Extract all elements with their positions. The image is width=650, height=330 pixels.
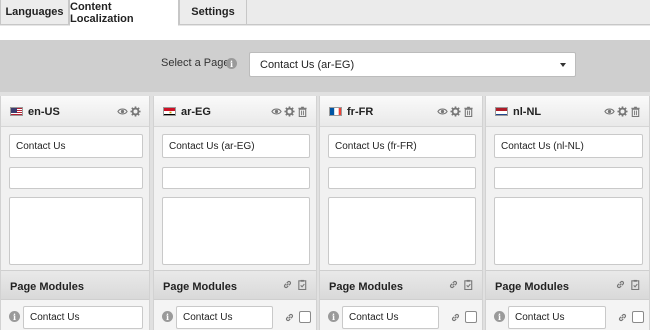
- page-url-field[interactable]: [162, 167, 310, 189]
- page-url-field[interactable]: [494, 167, 643, 189]
- flag-eg-icon: [163, 107, 176, 116]
- language-column-fr-FR: fr-FR Contact Us (fr-FR) Page Modules i Cont…: [319, 96, 483, 330]
- module-title-field[interactable]: Contact Us: [342, 306, 439, 329]
- chevron-down-icon: [560, 63, 566, 67]
- language-code: nl-NL: [513, 106, 542, 118]
- info-icon[interactable]: i: [162, 311, 173, 322]
- link-icon[interactable]: [617, 312, 629, 322]
- module-row: i Contact Us: [154, 300, 316, 330]
- clipboard-icon[interactable]: [463, 279, 474, 290]
- module-title-field[interactable]: Contact Us: [508, 306, 606, 329]
- page-modules-header: Page Modules: [1, 270, 149, 300]
- language-code: fr-FR: [347, 106, 374, 118]
- module-actions: [448, 279, 474, 290]
- flag-fr-icon: [329, 107, 342, 116]
- page-select-label: Select a Page:: [161, 57, 233, 69]
- page-title-field[interactable]: Contact Us: [9, 134, 143, 158]
- gear-icon[interactable]: [130, 106, 141, 117]
- gear-icon[interactable]: [450, 106, 461, 117]
- module-checkbox[interactable]: [299, 311, 311, 323]
- page-select-bar: Select a Page: i Contact Us (ar-EG): [0, 40, 650, 92]
- page-title-value: Contact Us (nl-NL): [501, 140, 584, 152]
- module-actions: [282, 279, 308, 290]
- flag-us-icon: [10, 107, 23, 116]
- module-row: i Contact Us: [320, 300, 482, 330]
- page-description-field[interactable]: [494, 197, 643, 265]
- link-icon[interactable]: [450, 312, 462, 322]
- page-title-field[interactable]: Contact Us (ar-EG): [162, 134, 310, 158]
- column-actions: [117, 106, 141, 117]
- language-column-ar-EG: ar-EG Contact Us (ar-EG) Page Modules i Cont…: [153, 96, 317, 330]
- clipboard-icon[interactable]: [297, 279, 308, 290]
- page-url-field[interactable]: [9, 167, 143, 189]
- info-icon[interactable]: i: [9, 311, 20, 322]
- module-actions: [615, 279, 641, 290]
- tab-bar: Languages Content Localization Settings: [0, 0, 650, 26]
- page-modules-title: Page Modules: [329, 281, 403, 293]
- column-actions: [271, 106, 308, 117]
- link-icon[interactable]: [282, 279, 293, 290]
- module-title-value: Contact Us: [349, 312, 399, 323]
- page-modules-header: Page Modules: [320, 270, 482, 300]
- module-checkbox[interactable]: [465, 311, 477, 323]
- page-modules-title: Page Modules: [10, 281, 84, 293]
- localization-columns: en-US Contact Us Page Modules i Contact Us ar…: [0, 92, 650, 330]
- module-title-field[interactable]: Contact Us: [176, 306, 273, 329]
- column-header: fr-FR: [320, 96, 482, 127]
- tab-settings[interactable]: Settings: [179, 0, 247, 25]
- language-code: ar-EG: [181, 106, 211, 118]
- page-description-field[interactable]: [9, 197, 143, 265]
- info-icon[interactable]: i: [226, 58, 237, 69]
- column-header: en-US: [1, 96, 149, 127]
- module-title-field[interactable]: Contact Us: [23, 306, 143, 329]
- eye-icon[interactable]: [437, 106, 448, 117]
- flag-nl-icon: [495, 107, 508, 116]
- page-modules-header: Page Modules: [486, 270, 649, 300]
- page-title-field[interactable]: Contact Us (fr-FR): [328, 134, 476, 158]
- module-title-value: Contact Us: [30, 312, 80, 323]
- gear-icon[interactable]: [284, 106, 295, 117]
- trash-icon[interactable]: [297, 106, 308, 117]
- trash-icon[interactable]: [630, 106, 641, 117]
- link-icon[interactable]: [615, 279, 626, 290]
- link-icon[interactable]: [448, 279, 459, 290]
- gear-icon[interactable]: [617, 106, 628, 117]
- module-checkbox[interactable]: [632, 311, 644, 323]
- trash-icon[interactable]: [463, 106, 474, 117]
- module-title-value: Contact Us: [515, 312, 565, 323]
- language-column-nl-NL: nl-NL Contact Us (nl-NL) Page Modules i Cont…: [485, 96, 650, 330]
- tab-languages[interactable]: Languages: [0, 0, 69, 25]
- link-icon[interactable]: [284, 312, 296, 322]
- eye-icon[interactable]: [271, 106, 282, 117]
- page-modules-title: Page Modules: [495, 281, 569, 293]
- module-title-value: Contact Us: [183, 312, 233, 323]
- tab-content-localization[interactable]: Content Localization: [69, 0, 179, 26]
- page-select-value: Contact Us (ar-EG): [260, 58, 355, 71]
- column-header: ar-EG: [154, 96, 316, 127]
- tab-content-spacer: [0, 26, 650, 40]
- page-description-field[interactable]: [328, 197, 476, 265]
- page-title-value: Contact Us (fr-FR): [335, 140, 417, 152]
- page-modules-header: Page Modules: [154, 270, 316, 300]
- info-icon[interactable]: i: [494, 311, 505, 322]
- column-actions: [604, 106, 641, 117]
- page-title-value: Contact Us (ar-EG): [169, 140, 255, 152]
- info-icon[interactable]: i: [328, 311, 339, 322]
- module-row: i Contact Us: [1, 300, 149, 330]
- clipboard-icon[interactable]: [630, 279, 641, 290]
- page-title-value: Contact Us: [16, 140, 66, 152]
- eye-icon[interactable]: [117, 106, 128, 117]
- page-select-dropdown[interactable]: Contact Us (ar-EG): [249, 52, 576, 77]
- page-description-field[interactable]: [162, 197, 310, 265]
- column-header: nl-NL: [486, 96, 649, 127]
- module-row: i Contact Us: [486, 300, 649, 330]
- column-actions: [437, 106, 474, 117]
- page-modules-title: Page Modules: [163, 281, 237, 293]
- eye-icon[interactable]: [604, 106, 615, 117]
- page-title-field[interactable]: Contact Us (nl-NL): [494, 134, 643, 158]
- language-column-en-US: en-US Contact Us Page Modules i Contact Us: [0, 96, 150, 330]
- page-url-field[interactable]: [328, 167, 476, 189]
- language-code: en-US: [28, 106, 60, 118]
